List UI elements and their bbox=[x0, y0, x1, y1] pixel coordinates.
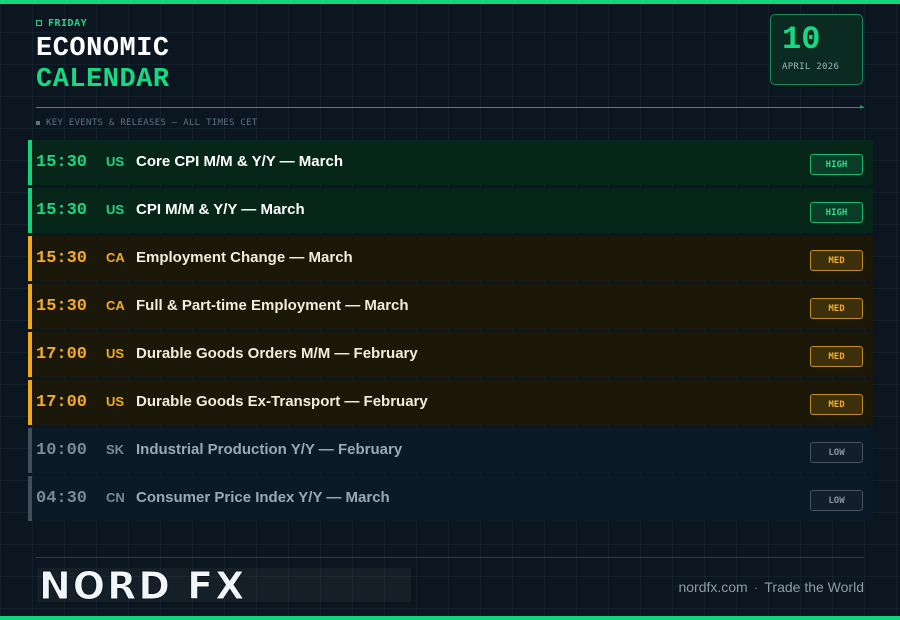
event-time: 15:30 bbox=[36, 249, 88, 268]
event-country: CA bbox=[106, 298, 125, 313]
subtitle-text: KEY EVENTS & RELEASES — ALL TIMES CET bbox=[46, 118, 258, 128]
event-list: 15:30 US Core CPI M/M & Y/Y — March HIGH 15:… bbox=[28, 140, 873, 524]
page-title: ECONOMIC CALENDAR bbox=[36, 34, 170, 96]
event-country: CA bbox=[106, 250, 125, 265]
header-divider bbox=[36, 105, 864, 109]
event-title: CPI M/M & Y/Y — March bbox=[136, 201, 305, 218]
event-time: 15:30 bbox=[36, 201, 88, 220]
impact-badge: HIGH bbox=[810, 202, 863, 223]
event-time: 10:00 bbox=[36, 441, 88, 460]
title-line-1: ECONOMIC bbox=[36, 34, 170, 64]
event-title: Full & Part-time Employment — March bbox=[136, 297, 409, 314]
day-text: FRIDAY bbox=[48, 18, 88, 29]
day-label: FRIDAY bbox=[36, 18, 87, 29]
event-time: 15:30 bbox=[36, 297, 88, 316]
event-row[interactable]: 17:00 US Durable Goods Orders M/M — Februa… bbox=[28, 332, 873, 377]
event-country: US bbox=[106, 394, 125, 409]
footer-divider bbox=[36, 557, 864, 558]
footer-separator: · bbox=[753, 579, 759, 595]
date-day: 10 bbox=[782, 21, 821, 58]
event-country: CN bbox=[106, 490, 125, 505]
event-title: Consumer Price Index Y/Y — March bbox=[136, 489, 390, 506]
event-time: 15:30 bbox=[36, 153, 88, 172]
date-month-year: APRIL 2026 bbox=[782, 62, 840, 72]
event-title: Durable Goods Orders M/M — February bbox=[136, 345, 418, 362]
event-time: 04:30 bbox=[36, 489, 88, 508]
website-link[interactable]: nordfx.com bbox=[678, 579, 747, 595]
event-country: US bbox=[106, 346, 125, 361]
top-accent-bar bbox=[0, 0, 900, 4]
event-time: 17:00 bbox=[36, 393, 88, 412]
impact-badge: LOW bbox=[810, 442, 863, 463]
tagline: Trade the World bbox=[764, 579, 864, 595]
impact-badge: MED bbox=[810, 346, 863, 367]
impact-badge: MED bbox=[810, 298, 863, 319]
date-badge: 10 APRIL 2026 bbox=[770, 14, 863, 85]
title-line-2: CALENDAR bbox=[36, 65, 170, 95]
event-title: Employment Change — March bbox=[136, 249, 353, 266]
event-row[interactable]: 15:30 US Core CPI M/M & Y/Y — March HIGH bbox=[28, 140, 873, 185]
event-row[interactable]: 10:00 SK Industrial Production Y/Y — Febru… bbox=[28, 428, 873, 473]
event-title: Durable Goods Ex-Transport — February bbox=[136, 393, 428, 410]
event-title: Industrial Production Y/Y — February bbox=[136, 441, 403, 458]
logo-wordmark: NORD FX bbox=[39, 568, 246, 602]
event-country: US bbox=[106, 202, 125, 217]
event-country: US bbox=[106, 154, 125, 169]
bottom-accent-bar bbox=[0, 616, 900, 620]
subtitle: KEY EVENTS & RELEASES — ALL TIMES CET bbox=[36, 118, 258, 128]
impact-badge: LOW bbox=[810, 490, 863, 511]
event-row[interactable]: 04:30 CN Consumer Price Index Y/Y — March L… bbox=[28, 476, 873, 521]
event-time: 17:00 bbox=[36, 345, 88, 364]
impact-badge: HIGH bbox=[810, 154, 863, 175]
event-row[interactable]: 15:30 CA Employment Change — March MED bbox=[28, 236, 873, 281]
footer-info: nordfx.com · Trade the World bbox=[678, 579, 864, 595]
event-country: SK bbox=[106, 442, 125, 457]
impact-badge: MED bbox=[810, 250, 863, 271]
impact-badge: MED bbox=[810, 394, 863, 415]
event-row[interactable]: 17:00 US Durable Goods Ex-Transport — Febr… bbox=[28, 380, 873, 425]
event-row[interactable]: 15:30 US CPI M/M & Y/Y — March HIGH bbox=[28, 188, 873, 233]
square-bullet-icon bbox=[36, 120, 40, 125]
event-title: Core CPI M/M & Y/Y — March bbox=[136, 153, 343, 170]
event-row[interactable]: 15:30 CA Full & Part-time Employment — Mar… bbox=[28, 284, 873, 329]
square-bullet-icon bbox=[36, 20, 42, 26]
nordfx-logo: NORD FX bbox=[37, 568, 411, 602]
